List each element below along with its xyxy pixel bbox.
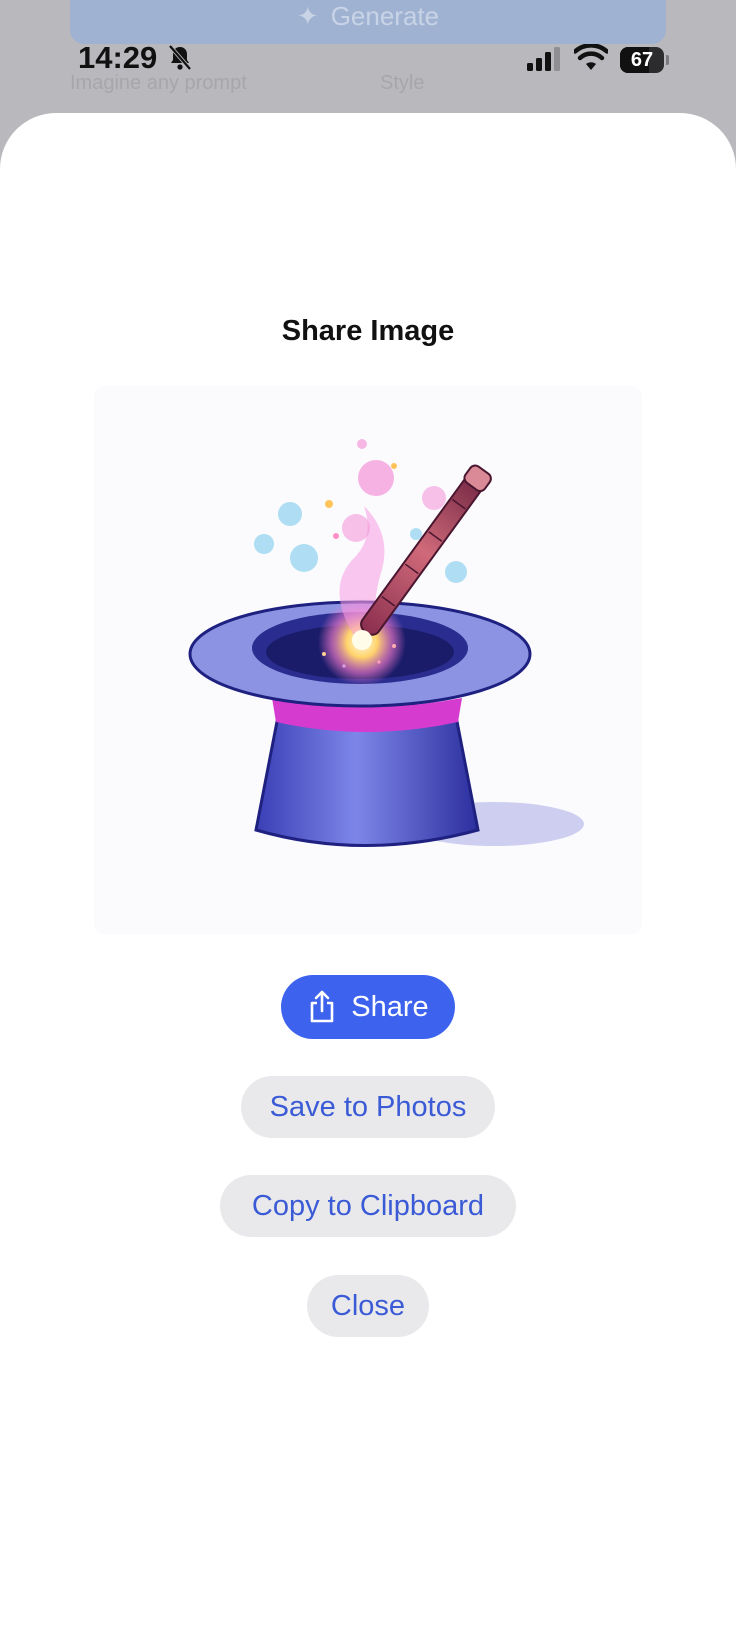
sheet-title: Share Image [281,315,455,347]
close-button-label: Close [330,1289,406,1322]
generated-image-preview [94,386,642,934]
cellular-signal-icon [527,47,560,71]
share-sheet: Share Image Share Save to Photos Copy to… [0,113,736,1633]
battery-level: 67 [630,49,654,71]
bell-slash-icon [168,44,192,71]
save-to-photos-button[interactable]: Save to Photos [241,1076,495,1138]
battery-cap [666,55,669,65]
copy-to-clipboard-button[interactable]: Copy to Clipboard [220,1175,516,1237]
status-time: 14:29 [78,40,158,75]
close-button[interactable]: Close [307,1275,429,1337]
share-button[interactable]: Share [281,975,455,1039]
status-bar: 14:29 67 [0,0,736,120]
share-button-label: Share [351,990,429,1023]
copy-to-clipboard-label: Copy to Clipboard [251,1189,485,1222]
share-icon [310,990,334,1023]
battery-icon: 67 [620,47,669,73]
save-to-photos-label: Save to Photos [269,1090,467,1123]
magic-hat-illustration [188,439,584,847]
wifi-icon [574,44,608,70]
